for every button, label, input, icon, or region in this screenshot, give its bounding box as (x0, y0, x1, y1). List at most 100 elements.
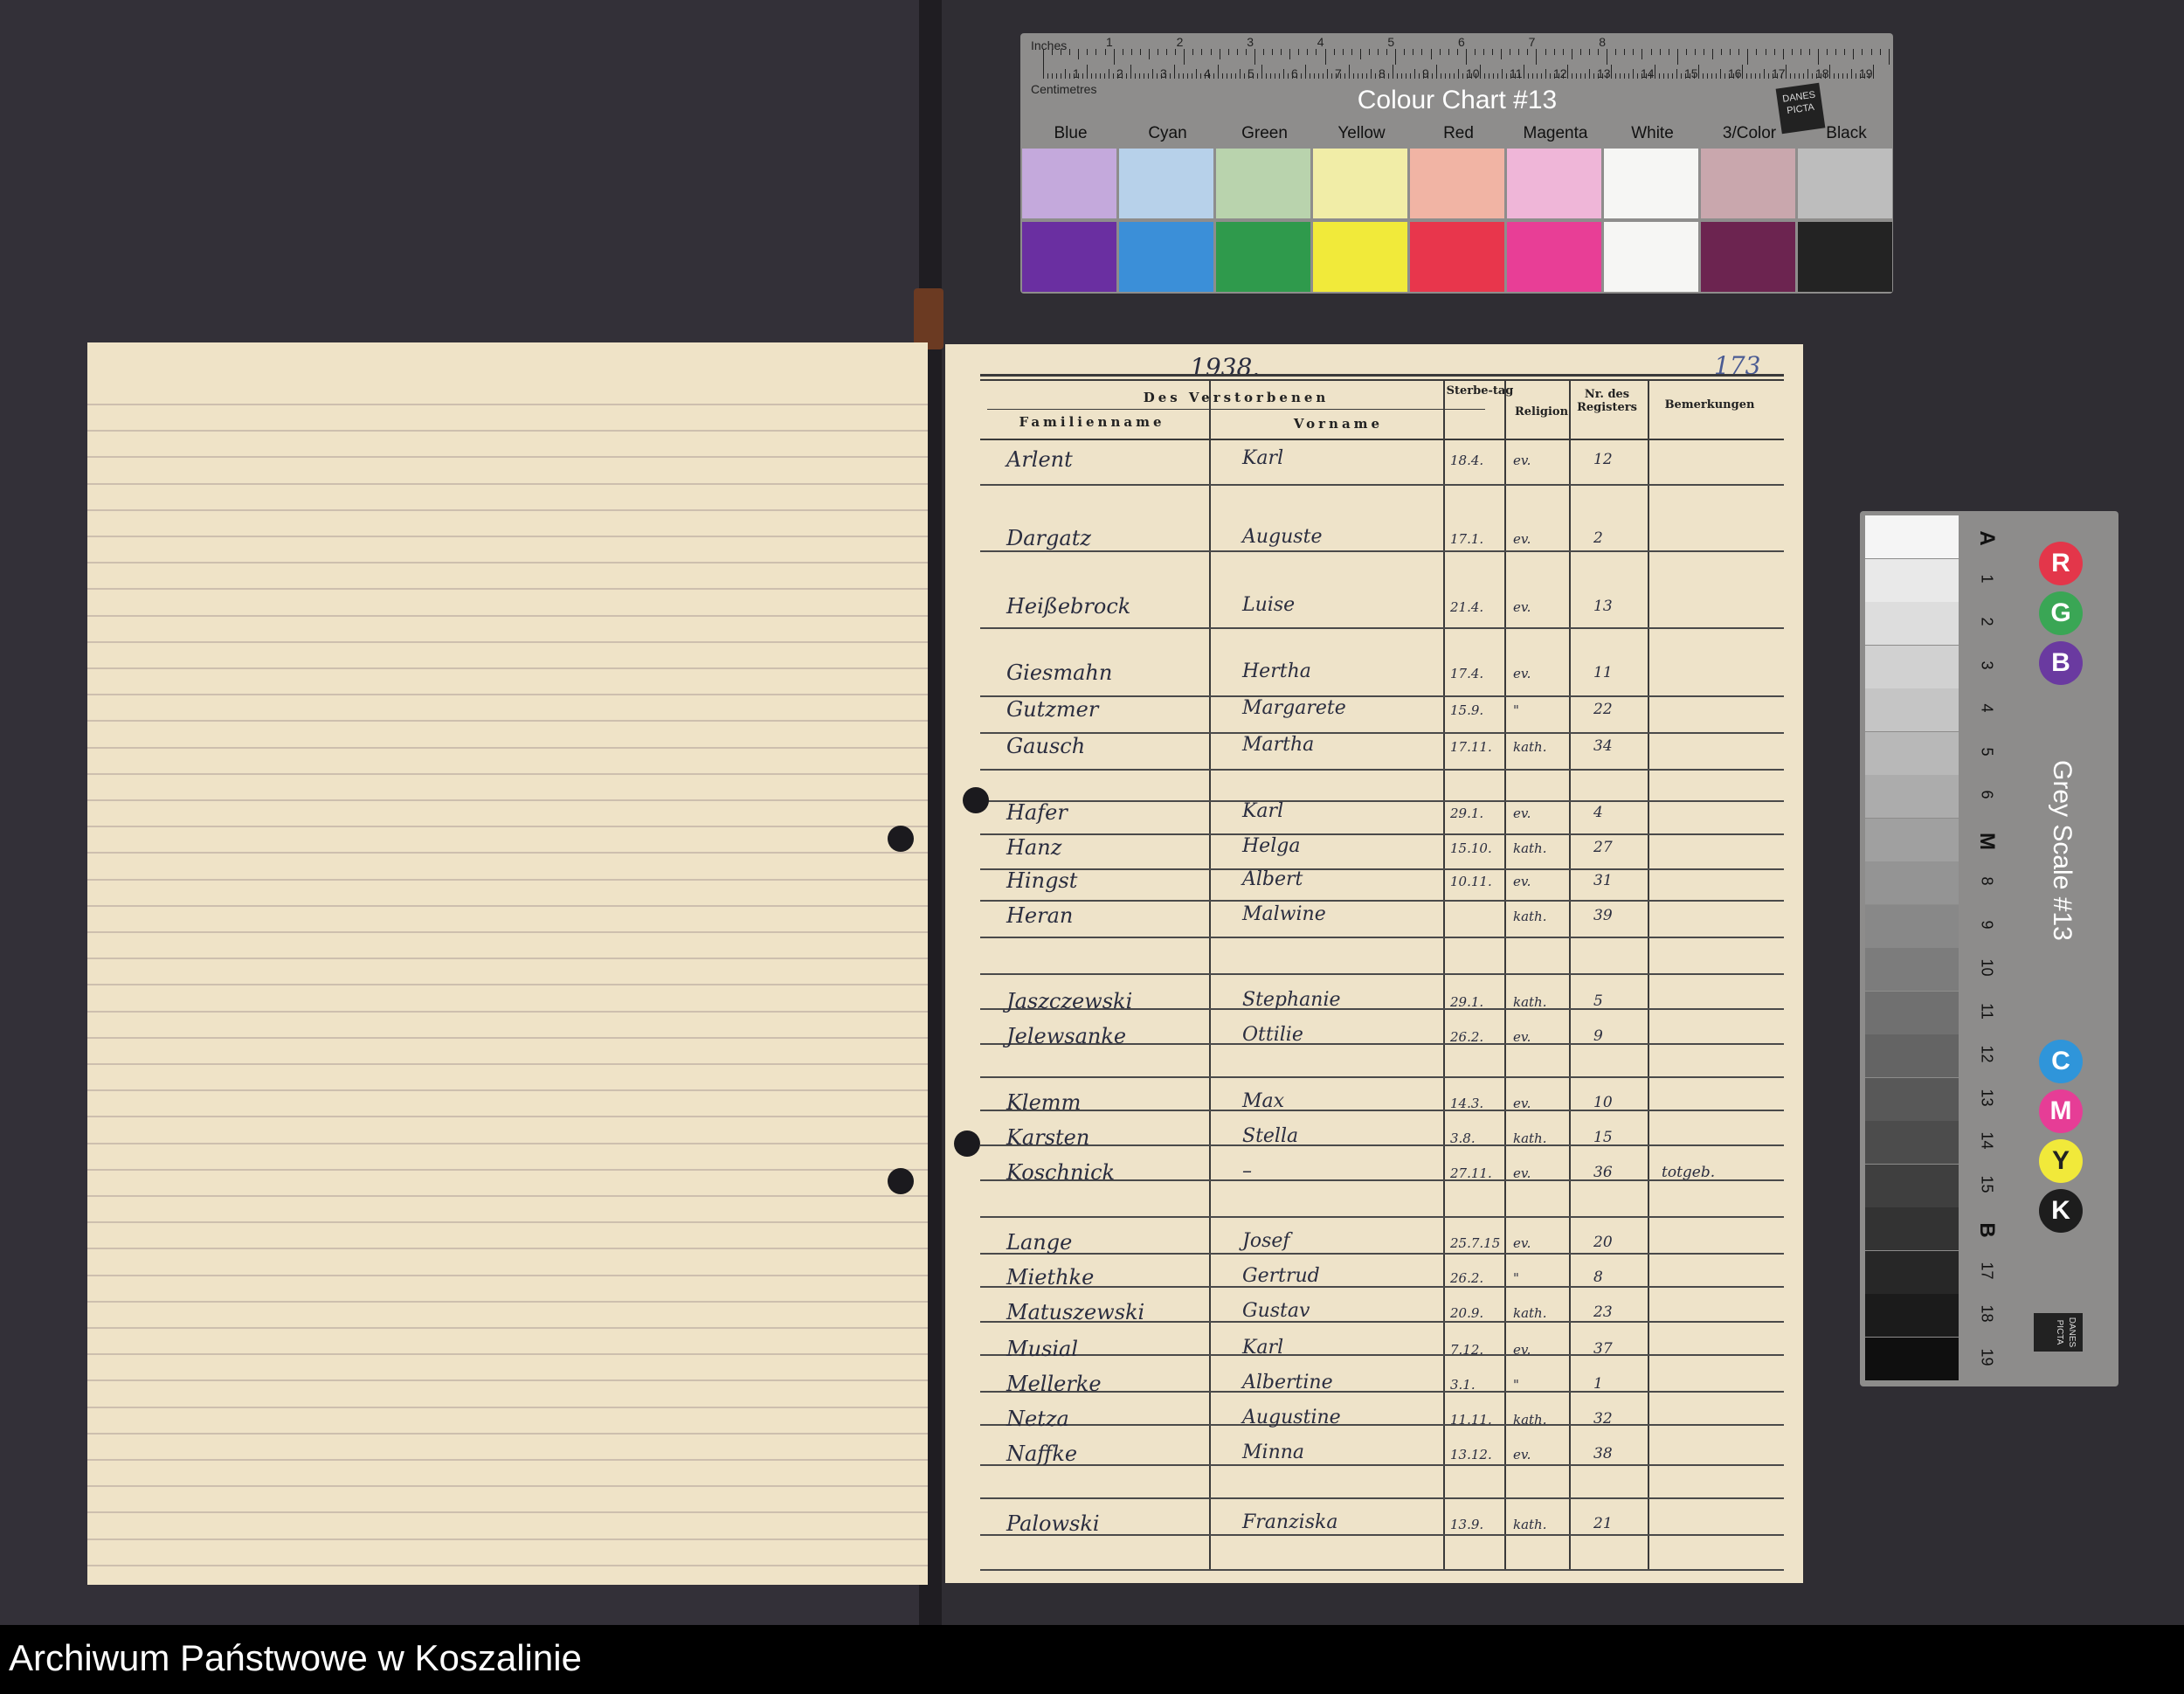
cell-sterbetag: 14.3. (1450, 1096, 1484, 1111)
cell-familienname: Heran (1006, 903, 1074, 928)
patch-label: Yellow (1337, 124, 1386, 142)
cell-familienname: Jelewsanke (1006, 1024, 1127, 1048)
cmyk-circle-y: Y (2039, 1139, 2083, 1183)
cell-nr: 21 (1593, 1515, 1613, 1532)
grey-step-label: 17 (1978, 1261, 1996, 1280)
cell-familienname: Karsten (1006, 1125, 1090, 1150)
cell-sterbetag: 17.4. (1450, 666, 1484, 681)
colour-patches: Blue Cyan Green Yellow Red Magenta White 3/Colo… (1020, 33, 1894, 294)
patch-light (1119, 149, 1213, 218)
ruled-line (87, 1300, 928, 1303)
grey-step-label: 19 (1978, 1347, 1996, 1366)
grey-step (1865, 861, 1959, 904)
register-row: Karsten Stella 3.8. kath. 15 (945, 1125, 1803, 1157)
cell-sterbetag: 10.11. (1450, 874, 1492, 889)
archive-name: Archiwum Państwowe w Koszalinie (9, 1637, 582, 1678)
cell-familienname: Musial (1006, 1337, 1079, 1361)
ruled-line (87, 852, 928, 854)
cell-religion: ev. (1513, 1165, 1531, 1181)
cell-vorname: Augustine (1242, 1407, 1341, 1428)
cell-familienname: Gausch (1006, 734, 1086, 758)
cell-religion: kath. (1513, 1412, 1547, 1428)
cell-vorname: Ottilie (1242, 1024, 1303, 1046)
register-row: Koschnick – 27.11. ev. 36 totgeb. (945, 1160, 1803, 1192)
cell-religion: ev. (1513, 531, 1531, 547)
cmyk-circle-m: M (2039, 1089, 2083, 1133)
cell-nr: 11 (1593, 664, 1613, 681)
cmyk-circle-k: K (2039, 1189, 2083, 1233)
patch-label: Cyan (1148, 124, 1187, 142)
patch-label: Blue (1054, 124, 1088, 142)
rgb-circle-r: R (2039, 542, 2083, 585)
grey-step-label: 3 (1978, 660, 1996, 669)
cell-vorname: Max (1242, 1090, 1285, 1112)
rgb-circle-b: B (2039, 641, 2083, 685)
register-row: Heran Malwine kath. 39 (945, 903, 1803, 935)
cell-familienname: Heißebrock (1006, 594, 1131, 619)
register-row: Giesmahn Hertha 17.4. ev. 11 (945, 660, 1803, 692)
cell-nr: 39 (1593, 907, 1613, 924)
grey-scale-chart: A 1 2 3 4 5 6 M 8 9 10 11 12 13 14 15 B 17 18 19 R G B C M Y K Gre… (1860, 511, 2118, 1386)
cell-sterbetag: 3.8. (1450, 1130, 1476, 1146)
punch-hole-3 (963, 787, 989, 813)
patch-light (1410, 149, 1504, 218)
grey-step (1865, 602, 1959, 645)
grey-step-label: 5 (1978, 746, 1996, 756)
grey-step-label: B (1975, 1222, 1999, 1238)
cell-sterbetag: 7.12. (1450, 1342, 1484, 1358)
patch-dark (1507, 222, 1601, 292)
grey-step-label: 14 (1978, 1131, 1996, 1150)
punch-hole-4 (954, 1130, 980, 1157)
colour-chart: Inches Centimetres 1 2 3 4 5 6 7 8 1 2 3 4 5 6 7 8 9 10 11… (1020, 33, 1893, 294)
patch-label: 3/Color (1722, 124, 1777, 142)
cell-vorname: – (1242, 1160, 1252, 1182)
ruled-line (87, 562, 928, 564)
ruled-line (87, 482, 928, 485)
cell-sterbetag: 3.1. (1450, 1377, 1476, 1393)
cell-nr: 13 (1593, 598, 1613, 615)
patch-dark (1216, 222, 1310, 292)
grey-step (1865, 948, 1959, 991)
ruled-line (87, 1406, 928, 1408)
ruled-line (87, 1538, 928, 1540)
cell-vorname: Josef (1242, 1230, 1290, 1252)
patch-dark (1119, 222, 1213, 292)
cell-nr: 22 (1593, 701, 1613, 718)
register-rows: Arlent Karl 18.4. ev. 12 Dargatz Auguste 17.1. e… (945, 344, 1803, 1583)
cell-vorname: Auguste (1242, 526, 1323, 548)
grey-step (1865, 558, 1959, 602)
cell-familienname: Naffke (1006, 1442, 1078, 1466)
grey-step-label: 18 (1978, 1304, 1996, 1323)
grey-step (1865, 1207, 1959, 1250)
cell-vorname: Hertha (1242, 660, 1311, 682)
patch-dark (1701, 222, 1795, 292)
ruled-line (87, 1221, 928, 1224)
cell-sterbetag: 13.9. (1450, 1517, 1484, 1532)
cell-vorname: Helga (1242, 835, 1301, 857)
grey-step-label: 8 (1978, 876, 1996, 886)
cell-sterbetag: 11.11. (1450, 1412, 1492, 1428)
register-row: Hingst Albert 10.11. ev. 31 (945, 868, 1803, 900)
ruled-line (87, 1564, 928, 1566)
cell-familienname: Netza (1006, 1407, 1069, 1431)
ruled-line (87, 1036, 928, 1039)
cell-vorname: Minna (1242, 1442, 1305, 1463)
patch-dark (1022, 222, 1116, 292)
cell-religion: ev. (1513, 1096, 1531, 1111)
cell-religion: ev. (1513, 874, 1531, 889)
ruled-line (87, 984, 928, 986)
register-row: Naffke Minna 13.12. ev. 38 (945, 1442, 1803, 1473)
patch-light (1313, 149, 1407, 218)
cell-religion: ev. (1513, 666, 1531, 681)
binding-strip (914, 288, 943, 349)
grey-scale-title-box: Grey Scale #13 (2045, 760, 2080, 1066)
ruled-line (87, 878, 928, 881)
grey-step (1865, 1077, 1959, 1121)
ruled-line (87, 799, 928, 801)
cell-vorname: Malwine (1242, 903, 1326, 925)
grey-step (1865, 991, 1959, 1034)
cell-sterbetag: 15.10. (1450, 840, 1492, 856)
cell-nr: 8 (1593, 1269, 1603, 1286)
punch-hole-2 (888, 1168, 914, 1194)
cell-familienname: Matuszewski (1006, 1300, 1145, 1324)
